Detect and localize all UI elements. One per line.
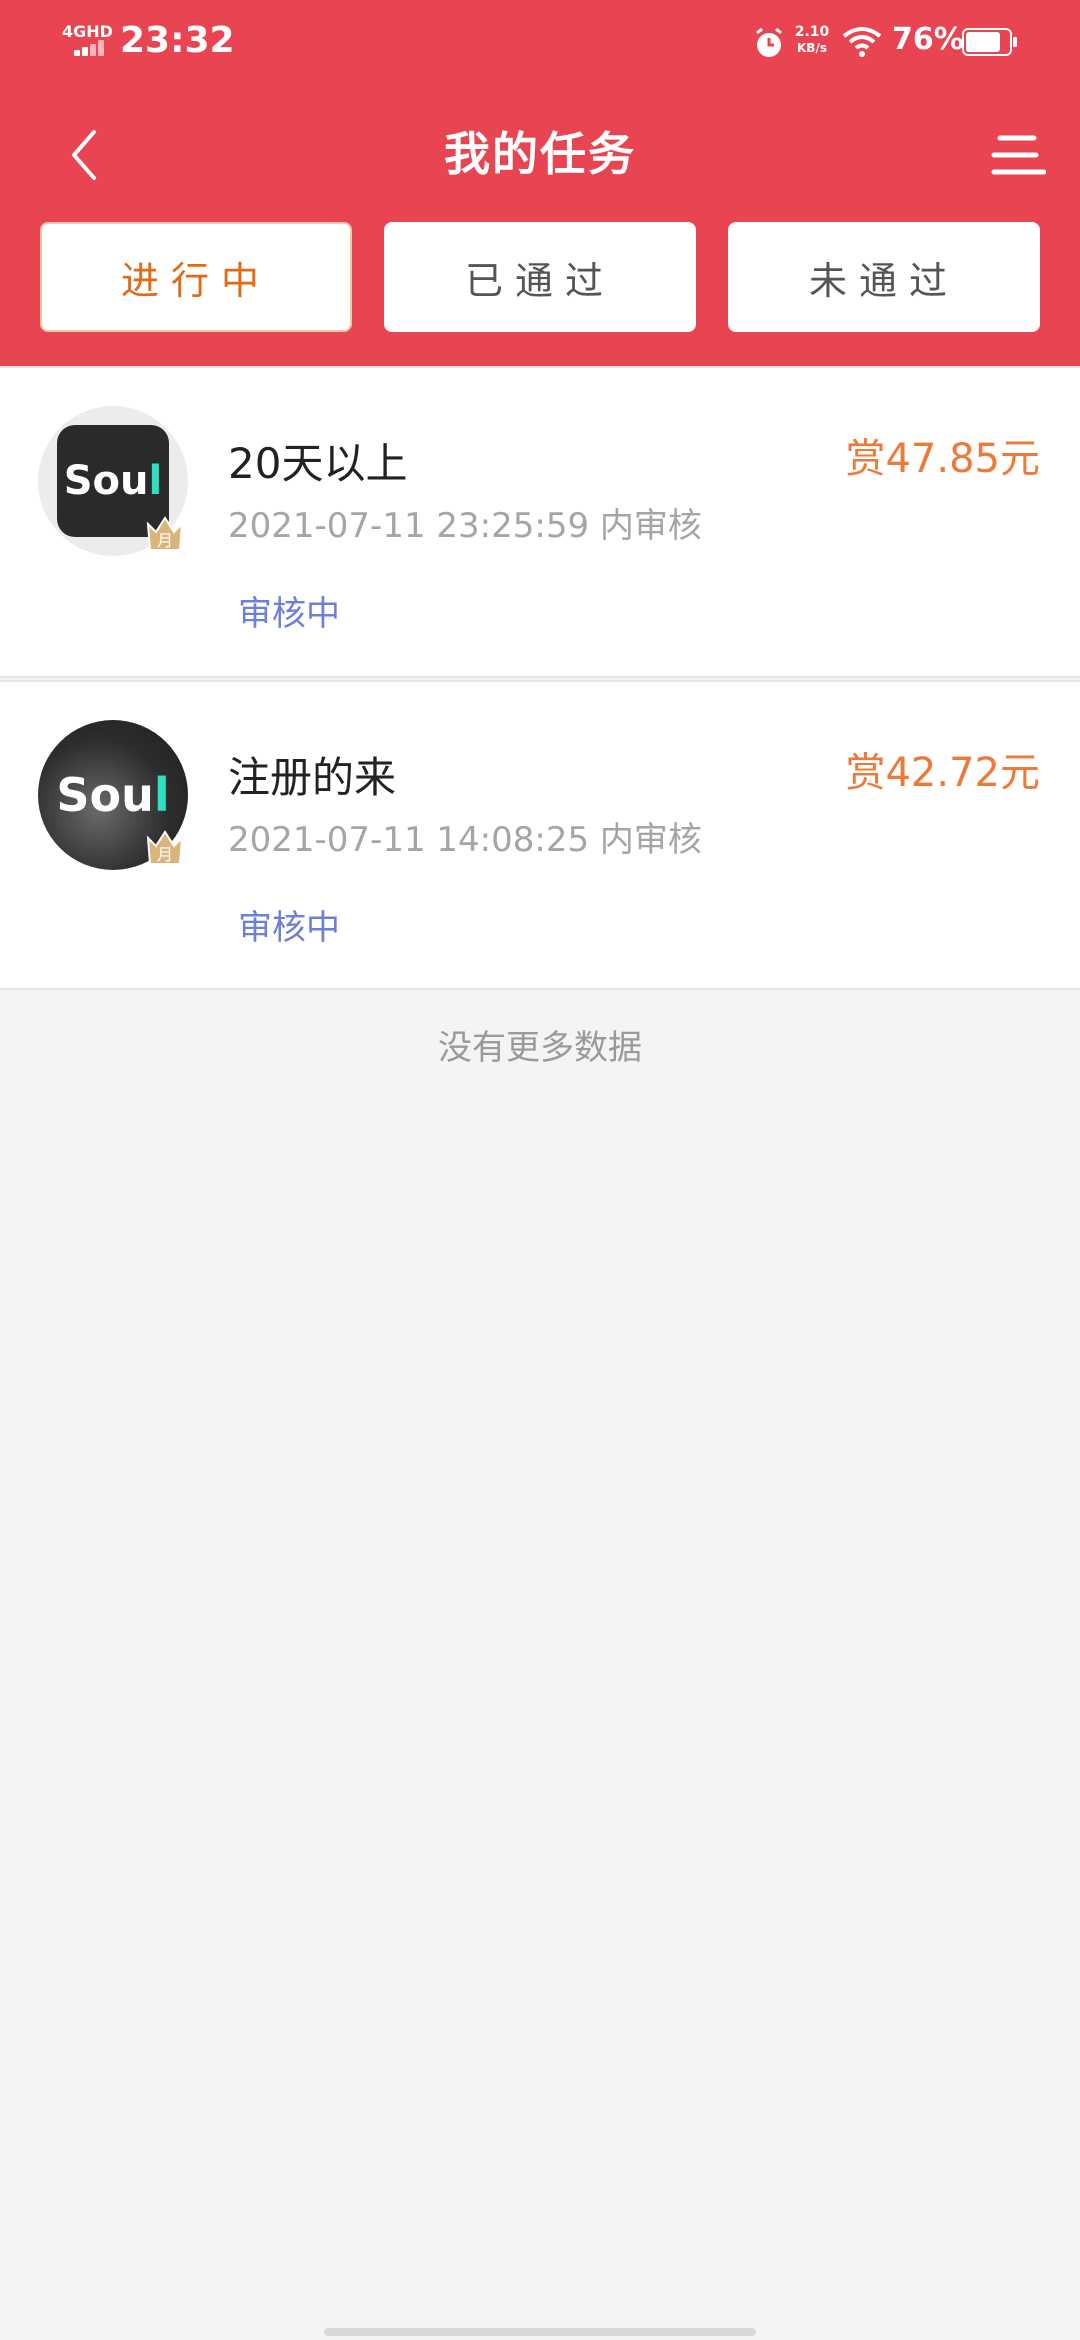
task-status: 审核中 bbox=[238, 908, 340, 948]
task-title: 注册的来 bbox=[228, 753, 397, 802]
tab-approved[interactable]: 已通过 bbox=[384, 222, 696, 332]
app-avatar: Soul 月 bbox=[38, 406, 188, 556]
status-time: 23:32 bbox=[120, 20, 235, 61]
speed-unit: KB/s bbox=[797, 41, 827, 55]
no-more-data-text: 没有更多数据 bbox=[438, 1028, 642, 1068]
wifi-icon bbox=[842, 27, 882, 57]
task-status: 审核中 bbox=[238, 594, 340, 634]
network-type: 4GHD bbox=[62, 22, 113, 41]
task-deadline: 2021-07-11 14:08:25 内审核 bbox=[228, 820, 702, 860]
app-avatar: Soul 月 bbox=[38, 720, 188, 870]
network-speed: 2.10 KB/s bbox=[792, 24, 832, 56]
home-indicator[interactable] bbox=[324, 2328, 756, 2336]
tab-rejected[interactable]: 未通过 bbox=[728, 222, 1040, 332]
crown-badge-icon: 月 bbox=[146, 830, 184, 865]
status-bar: 4GHD 23:32 2.10 KB/s 76% bbox=[0, 0, 1080, 84]
task-reward: 赏42.72元 bbox=[845, 750, 1040, 796]
svg-text:月: 月 bbox=[157, 531, 173, 550]
battery-percent: 76% bbox=[892, 22, 964, 57]
speed-value: 2.10 bbox=[794, 24, 830, 40]
task-card[interactable]: Soul 月 注册的来 赏42.72元 2021-07-11 14:08:25 … bbox=[0, 680, 1080, 990]
svg-text:月: 月 bbox=[157, 845, 173, 864]
tab-in-progress[interactable]: 进行中 bbox=[40, 222, 352, 332]
task-reward: 赏47.85元 bbox=[845, 436, 1040, 482]
task-title: 20天以上 bbox=[228, 439, 408, 488]
task-deadline: 2021-07-11 23:25:59 内审核 bbox=[228, 506, 702, 546]
page-title: 我的任务 bbox=[444, 127, 636, 181]
alarm-icon bbox=[756, 27, 782, 57]
signal-icon bbox=[74, 40, 108, 56]
task-card[interactable]: Soul 月 20天以上 赏47.85元 2021-07-11 23:25:59… bbox=[0, 366, 1080, 678]
battery-icon bbox=[962, 28, 1017, 56]
menu-button[interactable] bbox=[990, 132, 1046, 178]
crown-badge-icon: 月 bbox=[146, 516, 184, 551]
